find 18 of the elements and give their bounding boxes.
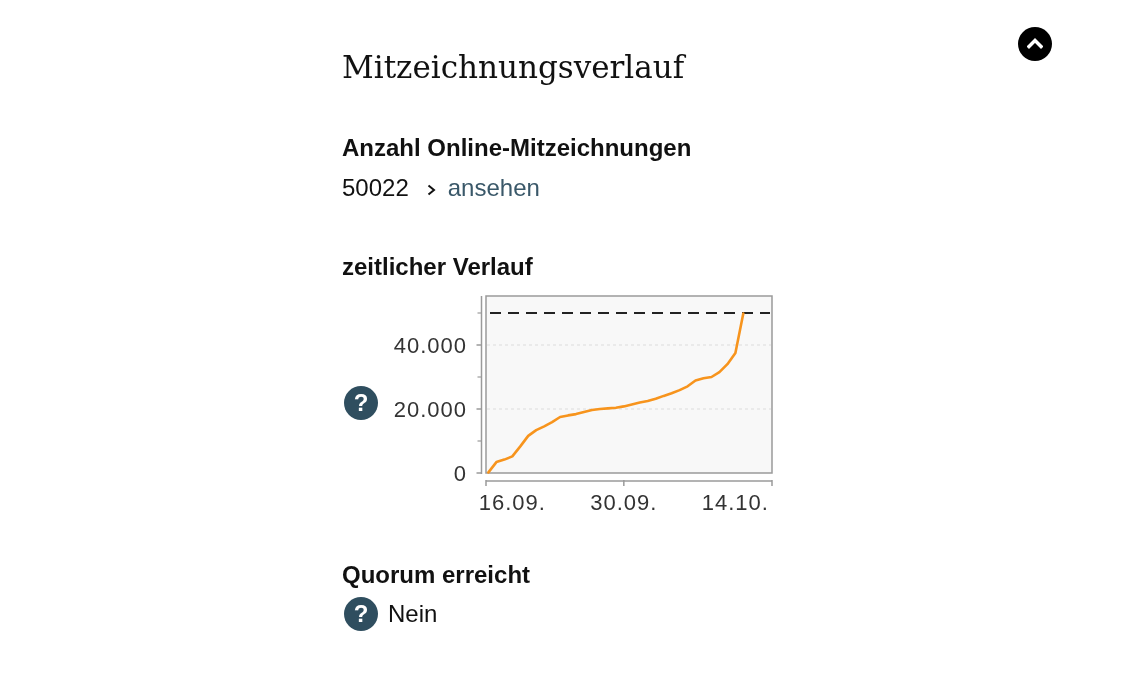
- section-title: Mitzeichnungsverlauf: [342, 48, 685, 87]
- back-to-top-button[interactable]: [1018, 27, 1052, 61]
- axis-label: 20.000: [393, 397, 467, 422]
- subsection-heading: Quorum erreicht: [342, 560, 531, 590]
- help-button[interactable]: ?: [344, 597, 378, 631]
- quorum-status: Nein: [388, 599, 438, 629]
- help-button[interactable]: ?: [344, 386, 378, 420]
- chevron-right-icon: [426, 183, 436, 196]
- view-link[interactable]: ansehen: [426, 173, 540, 203]
- axis-label: 30.09.: [590, 490, 658, 515]
- subsection-heading: zeitlicher Verlauf: [342, 252, 533, 282]
- subsection-heading: Anzahl Online-Mitzeichnungen: [342, 133, 692, 163]
- chevron-up-icon: [1027, 37, 1043, 49]
- axis-label: 0: [453, 461, 467, 486]
- axis-label: 40.000: [393, 333, 467, 358]
- signature-count: 50022: [342, 173, 409, 203]
- axis-label: 14.10.: [701, 490, 769, 515]
- axis-label: 16.09.: [478, 490, 546, 515]
